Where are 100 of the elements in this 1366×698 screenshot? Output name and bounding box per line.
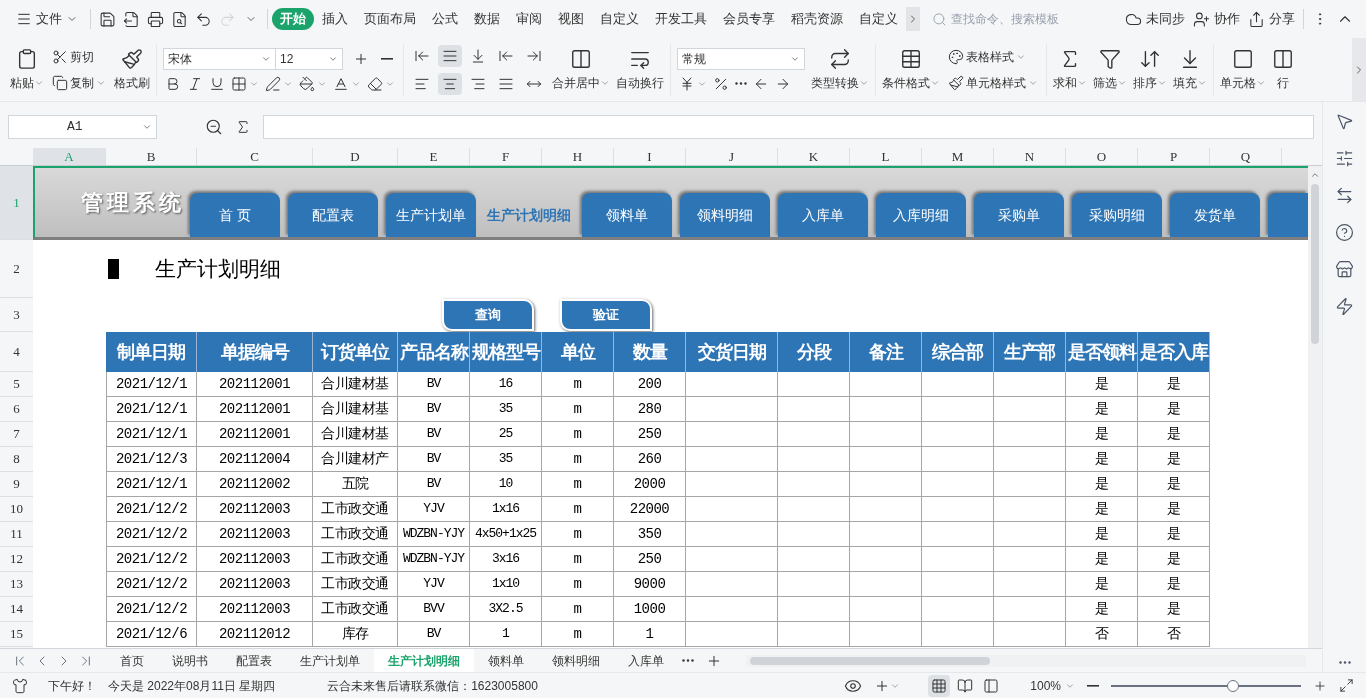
column-heading: 交货日期 [686, 332, 778, 372]
nav-tab[interactable]: 发货单 [1170, 193, 1260, 237]
table-cell: 是 [1066, 397, 1138, 422]
ribbon-tab[interactable]: 自定义 [592, 8, 647, 30]
sidebar-button[interactable] [1335, 112, 1354, 131]
scroll-thumb[interactable] [750, 656, 990, 665]
row-header[interactable]: 15 [0, 622, 33, 647]
nav-tab[interactable]: 采购明细 [1072, 193, 1162, 237]
search-field[interactable]: 查找命令、搜索模板 [932, 10, 1082, 28]
sheet-tab[interactable]: 入库单 [614, 648, 678, 673]
sidebar-button[interactable] [1335, 186, 1354, 205]
ribbon-button[interactable]: 表格样式 [946, 47, 1040, 66]
ribbon-button[interactable]: 自动换行 [616, 47, 664, 92]
ribbon-tab[interactable]: 会员专享 [715, 8, 783, 30]
user-plus-icon [1193, 10, 1210, 28]
row-header[interactable]: 2 [0, 240, 33, 298]
table-cell [994, 447, 1066, 472]
nav-tab[interactable]: 首 页 [190, 193, 280, 237]
ribbon-button[interactable]: 合并居中 [552, 47, 610, 92]
zoom-out-button[interactable] [1087, 684, 1099, 687]
sheet-tab[interactable]: 领料明细 [538, 648, 614, 673]
sidebar-button[interactable] [1335, 223, 1354, 242]
ribbon-tab[interactable]: 自定义 [851, 8, 906, 30]
align-button[interactable] [438, 72, 462, 95]
ribbon-button[interactable]: 填充 [1173, 47, 1207, 92]
nav-tab[interactable]: 领料单 [582, 193, 672, 237]
column-heading: 订货单位 [313, 332, 398, 372]
ribbon-button[interactable]: 条件格式 [882, 47, 940, 92]
system-title: 管理系统 [80, 188, 186, 217]
action-button[interactable]: 查询 [442, 299, 534, 331]
ribbon-button[interactable]: 筛选 [1093, 47, 1127, 92]
header-action[interactable]: 未同步 [1121, 9, 1189, 29]
horizontal-scrollbar[interactable] [746, 654, 1306, 667]
ribbon-tab[interactable]: 插入 [314, 8, 356, 30]
ribbon-button[interactable]: 复制 [50, 73, 108, 92]
nav-tab[interactable]: 采购单 [974, 193, 1064, 237]
swap-icon [1335, 186, 1354, 205]
align-bottom-icon [470, 47, 486, 64]
row-header[interactable]: 8 [0, 447, 33, 472]
row-header[interactable]: 9 [0, 472, 33, 497]
sheet-tab[interactable]: 首页 [106, 648, 158, 673]
sheet-tab[interactable]: 领料单 [474, 648, 538, 673]
underline-icon [209, 75, 225, 92]
formula-input[interactable] [263, 115, 1314, 139]
scroll-thumb[interactable] [1311, 184, 1319, 344]
ribbon-button[interactable]: 类型转换 [811, 47, 869, 92]
table-cell: 202112003 [197, 497, 313, 522]
ribbon-tab[interactable]: 审阅 [508, 8, 550, 30]
ribbon-button[interactable]: 排序 [1133, 47, 1167, 92]
number-format-select[interactable]: 常规 [677, 47, 805, 70]
nav-tab[interactable]: 入库明细 [876, 193, 966, 237]
table-cell [994, 597, 1066, 622]
ribbon-button[interactable]: 求和 [1053, 47, 1087, 92]
nav-tab[interactable]: 配置表 [288, 193, 378, 237]
name-box[interactable]: A1 [8, 115, 157, 139]
row-header[interactable]: 5 [0, 372, 33, 397]
row-header[interactable]: 3 [0, 298, 33, 332]
nav-tab[interactable]: 入库单 [778, 193, 868, 237]
nav-tab[interactable]: 生产计划单 [386, 193, 476, 237]
align-button[interactable] [438, 44, 462, 67]
ribbon-button[interactable]: 单元格 [1220, 47, 1266, 92]
sidebar-button[interactable] [1335, 297, 1354, 316]
ribbon-button[interactable]: 粘贴 [10, 47, 44, 92]
row-header[interactable]: 14 [0, 597, 33, 622]
row-header[interactable]: 6 [0, 397, 33, 422]
sheet-tab[interactable]: 说明书 [158, 648, 222, 673]
sheet-tab[interactable]: 生产计划单 [286, 648, 374, 673]
ribbon-tab[interactable]: 开发工具 [647, 8, 715, 30]
ribbon-button[interactable]: 单元格样式 [946, 73, 1040, 92]
row-header[interactable]: 11 [0, 522, 33, 547]
table-cell [778, 497, 850, 522]
ribbon-tab[interactable]: 数据 [466, 8, 508, 30]
sidebar-button[interactable] [1335, 149, 1354, 168]
ribbon-tab[interactable]: 页面布局 [356, 8, 424, 30]
row-header[interactable]: 7 [0, 422, 33, 447]
ribbon-button[interactable]: 格式刷 [114, 47, 150, 92]
nav-tab[interactable]: 领料明细 [680, 193, 770, 237]
ribbon-tab[interactable]: 公式 [424, 8, 466, 30]
view-button[interactable] [928, 674, 951, 697]
zoom-thumb[interactable] [1226, 679, 1239, 692]
fullscreen-button[interactable] [1339, 678, 1354, 693]
row-header[interactable]: 4 [0, 332, 33, 372]
ribbon-button[interactable]: 行 [1272, 47, 1294, 92]
file-menu[interactable]: 文件 [8, 9, 86, 29]
ribbon-button[interactable]: 剪切 [50, 47, 108, 66]
row-header[interactable]: 10 [0, 497, 33, 522]
table-cell [850, 547, 922, 572]
action-button[interactable]: 验证 [560, 299, 652, 331]
ribbon-tab[interactable]: 视图 [550, 8, 592, 30]
sidebar-button[interactable] [1335, 260, 1354, 279]
header-action[interactable]: 分享 [1244, 9, 1299, 29]
zoom-select[interactable]: 100% [1030, 676, 1075, 695]
table-cell: 是 [1066, 547, 1138, 572]
ribbon-tab[interactable]: 稻壳资源 [783, 8, 851, 30]
row-header[interactable]: 13 [0, 572, 33, 597]
sheet-tab[interactable]: 配置表 [222, 648, 286, 673]
greeting: 下午好！ [48, 677, 96, 695]
vertical-scrollbar[interactable] [1308, 166, 1322, 648]
header-action[interactable]: 协作 [1189, 9, 1244, 29]
row-header[interactable]: 12 [0, 547, 33, 572]
